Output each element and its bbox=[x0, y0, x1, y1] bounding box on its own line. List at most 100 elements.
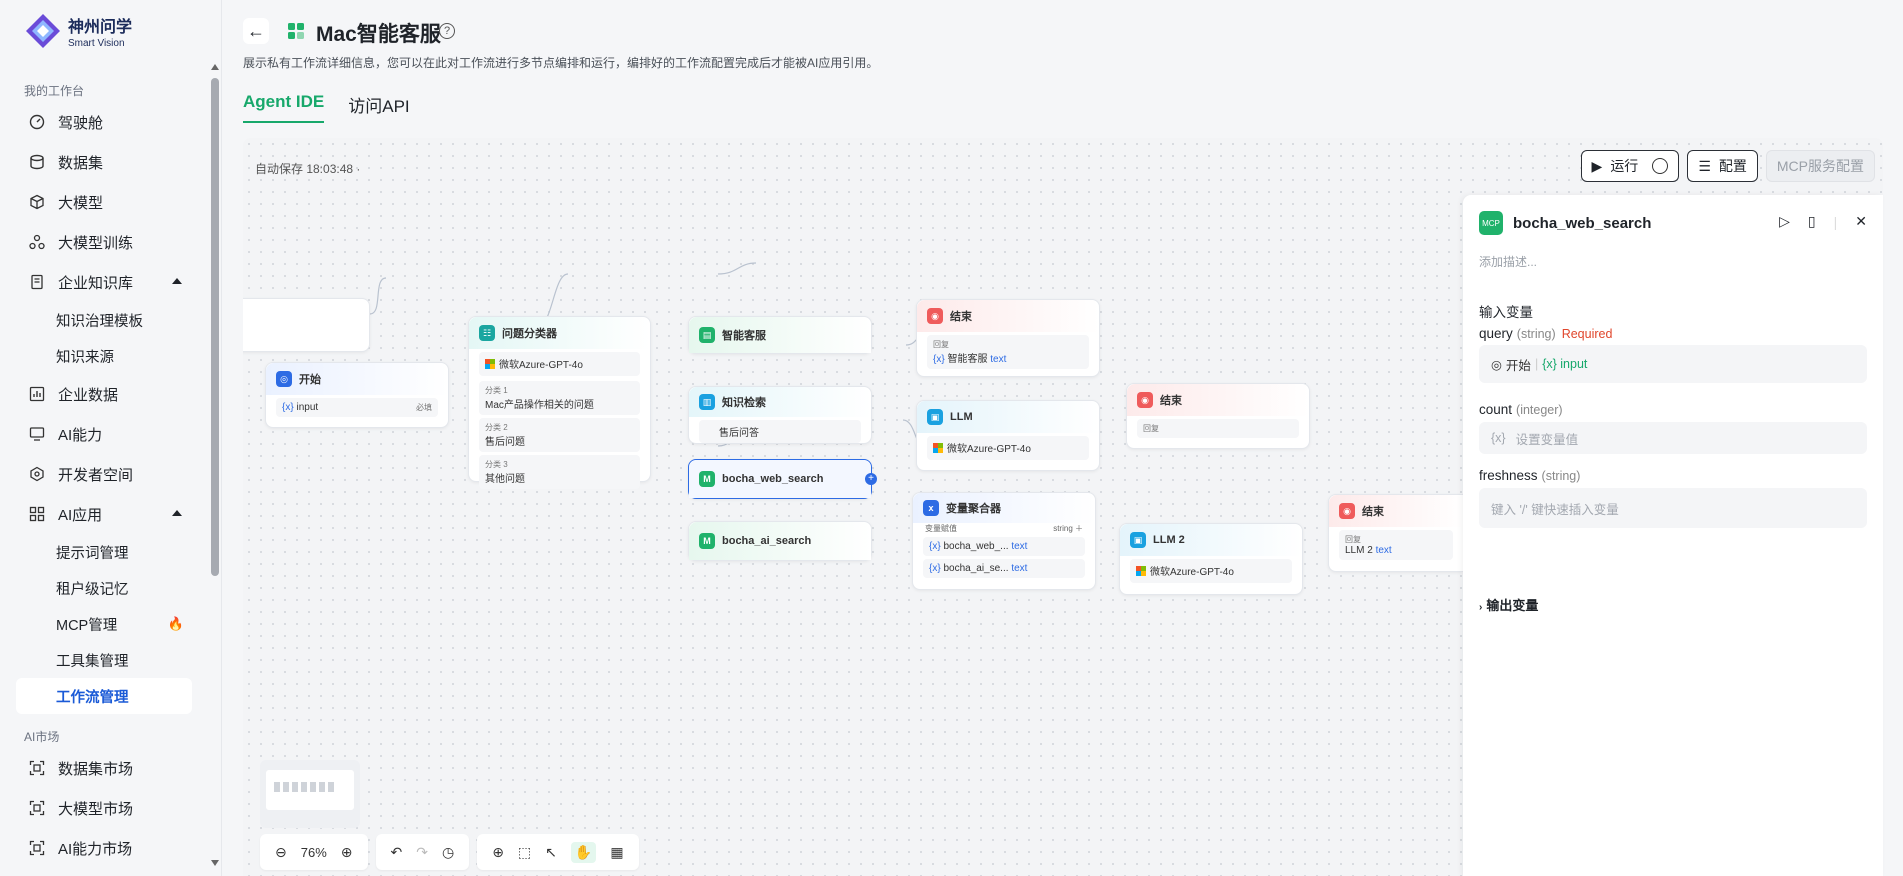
freshness-label: freshness (string) bbox=[1479, 468, 1581, 483]
chart-icon bbox=[28, 385, 46, 403]
query-input[interactable]: ◎ 开始 | {x} input bbox=[1479, 345, 1867, 383]
microsoft-icon bbox=[1136, 566, 1146, 576]
minimap[interactable] bbox=[260, 760, 360, 828]
sidebar-item-cockpit[interactable]: 驾驶舱 bbox=[16, 102, 192, 142]
tab-agent-ide[interactable]: Agent IDE bbox=[243, 92, 325, 123]
sidebar-sub-toolsets[interactable]: 工具集管理 bbox=[16, 642, 192, 678]
ai-icon bbox=[28, 425, 46, 443]
hand-icon[interactable]: ✋ bbox=[570, 841, 597, 863]
add-icon[interactable]: ⊕ bbox=[492, 844, 504, 861]
scan-icon bbox=[28, 799, 46, 817]
sidebar-sub-mcp[interactable]: MCP管理 🔥 bbox=[16, 606, 192, 642]
page-title: Mac智能客服 bbox=[316, 23, 441, 46]
microsoft-icon bbox=[933, 443, 943, 453]
panel-title: bocha_web_search bbox=[1513, 214, 1652, 232]
fire-icon: 🔥 bbox=[167, 616, 184, 631]
scroll-down-icon[interactable] bbox=[211, 860, 219, 866]
logo[interactable]: 神州问学 Smart Vision bbox=[24, 12, 132, 50]
zoom-out-icon[interactable]: ⊖ bbox=[275, 844, 287, 861]
divider: | bbox=[1833, 213, 1838, 230]
sidebar-scrollbar[interactable] bbox=[211, 78, 219, 576]
node-end-2[interactable]: ◉ 结束 回复 bbox=[1126, 383, 1310, 449]
scroll-up-icon[interactable] bbox=[211, 64, 219, 70]
sidebar-item-training[interactable]: 大模型训练 bbox=[16, 222, 192, 262]
tool-icon: ▤ bbox=[699, 327, 715, 343]
zoom-in-icon[interactable]: ⊕ bbox=[341, 844, 353, 861]
start-icon: ◎ bbox=[276, 371, 292, 387]
tab-api[interactable]: 访问API bbox=[348, 92, 409, 123]
logo-subtitle: Smart Vision bbox=[68, 38, 125, 49]
inputs-label: 输入变量 bbox=[1479, 305, 1533, 320]
sidebar-item-knowledge[interactable]: 企业知识库 bbox=[16, 262, 192, 302]
node-bocha-web-search[interactable]: Mbocha_web_search + bbox=[688, 459, 877, 499]
node-start[interactable]: ◎ 开始 {x} input 必填 bbox=[265, 362, 449, 428]
developer-icon bbox=[28, 465, 46, 483]
count-input[interactable]: {x} 设置变量值 bbox=[1479, 422, 1867, 454]
sidebar-item-model-market[interactable]: 大模型市场 bbox=[16, 788, 192, 828]
chevron-up-icon bbox=[172, 510, 182, 516]
layout-icon[interactable]: ▦ bbox=[610, 844, 623, 861]
llm-icon: ▣ bbox=[927, 409, 943, 425]
knowledge-icon bbox=[28, 273, 46, 291]
sidebar-sub-prompts[interactable]: 提示词管理 bbox=[16, 534, 192, 570]
end-icon: ◉ bbox=[927, 308, 943, 324]
pointer-icon[interactable]: ↖ bbox=[545, 844, 557, 861]
node-config-panel: MCP bocha_web_search ▷ ▯ | ✕ 添加描述... 输入变… bbox=[1463, 195, 1883, 876]
help-icon[interactable]: ? bbox=[439, 23, 455, 39]
freshness-input[interactable]: 键入 '/' 键快速插入变量 bbox=[1479, 488, 1867, 528]
scan-icon bbox=[28, 839, 46, 857]
sidebar-item-ai-market[interactable]: AI能力市场 bbox=[16, 828, 192, 868]
variable-icon: x bbox=[923, 500, 939, 516]
sidebar-item-ai-capability[interactable]: AI能力 bbox=[16, 414, 192, 454]
sidebar-sub-knowledge-source[interactable]: 知识来源 bbox=[16, 338, 192, 374]
add-node-icon[interactable]: + bbox=[865, 473, 877, 485]
apps-icon bbox=[28, 505, 46, 523]
count-label: count (integer) bbox=[1479, 402, 1563, 417]
node-bocha-ai-search[interactable]: Mbocha_ai_search bbox=[688, 521, 872, 561]
mcp-icon: MCP bbox=[1479, 211, 1503, 235]
document-icon[interactable]: ▯ bbox=[1808, 213, 1816, 230]
logo-icon bbox=[26, 14, 60, 48]
node-smart-cs[interactable]: ▤ 智能客服 bbox=[688, 316, 872, 354]
node-end-1[interactable]: ◉ 结束 回复 {x} 智能客服 text bbox=[916, 299, 1100, 377]
mcp-icon: M bbox=[699, 471, 715, 487]
undo-icon[interactable]: ↶ bbox=[391, 844, 403, 861]
nav-section-market: AI市场 bbox=[24, 730, 60, 744]
cube-icon bbox=[28, 193, 46, 211]
node-llm[interactable]: ▣ LLM 微软Azure-GPT-4o bbox=[916, 400, 1100, 471]
sidebar-item-dataset[interactable]: 数据集 bbox=[16, 142, 192, 182]
sidebar-item-enterprise-data[interactable]: 企业数据 bbox=[16, 374, 192, 414]
query-label: query (string) Required bbox=[1479, 326, 1613, 341]
classifier-icon: ☷ bbox=[479, 325, 495, 341]
node-knowledge-search[interactable]: ▥ 知识检索 售后问答 bbox=[688, 386, 872, 444]
sidebar-item-ai-apps[interactable]: AI应用 bbox=[16, 494, 192, 534]
redo-icon[interactable]: ↷ bbox=[416, 844, 428, 861]
logo-name: 神州问学 bbox=[68, 19, 133, 36]
tab-bar: Agent IDE 访问API bbox=[243, 92, 434, 123]
tools-group: ⊕ ⬚ ↖ ✋ ▦ bbox=[477, 834, 639, 870]
microsoft-icon bbox=[485, 359, 495, 369]
panel-actions: ▷ ▯ | ✕ bbox=[1761, 213, 1867, 230]
back-button[interactable]: ← bbox=[243, 18, 269, 44]
outputs-toggle[interactable]: › 输出变量 bbox=[1479, 595, 1538, 614]
close-icon[interactable]: ✕ bbox=[1855, 213, 1867, 230]
panel-description[interactable]: 添加描述... bbox=[1479, 253, 1537, 270]
node-end-3[interactable]: ◉ 结束 回复 LLM 2 text bbox=[1328, 494, 1463, 572]
history-group: ↶ ↷ ◷ bbox=[375, 834, 470, 870]
workflow-icon bbox=[288, 23, 304, 39]
node-var-aggregator[interactable]: x 变量聚合器 变量赋值 string ＋ {x} bocha_web_... te… bbox=[912, 492, 1096, 590]
sidebar-item-dataset-market[interactable]: 数据集市场 bbox=[16, 748, 192, 788]
start-icon: ◎ bbox=[1491, 357, 1502, 372]
sidebar-sub-knowledge-template[interactable]: 知识治理模板 bbox=[16, 302, 192, 338]
sidebar-sub-workflow[interactable]: 工作流管理 bbox=[16, 678, 192, 714]
sidebar-item-model[interactable]: 大模型 bbox=[16, 182, 192, 222]
fit-view-icon[interactable]: ⬚ bbox=[518, 844, 531, 861]
sidebar-sub-memory[interactable]: 租户级记忆 bbox=[16, 570, 192, 606]
database-icon bbox=[28, 153, 46, 171]
play-icon[interactable]: ▷ bbox=[1779, 213, 1790, 230]
node-classifier[interactable]: ☷ 问题分类器 微软Azure-GPT-4o 分类 1 Mac产品操作相关的问题 分… bbox=[468, 316, 651, 489]
history-icon[interactable]: ◷ bbox=[442, 844, 454, 861]
node-llm-2[interactable]: ▣ LLM 2 微软Azure-GPT-4o bbox=[1119, 523, 1303, 595]
sidebar-item-developer[interactable]: 开发者空间 bbox=[16, 454, 192, 494]
zoom-group: ⊖ 76% ⊕ bbox=[260, 834, 368, 870]
